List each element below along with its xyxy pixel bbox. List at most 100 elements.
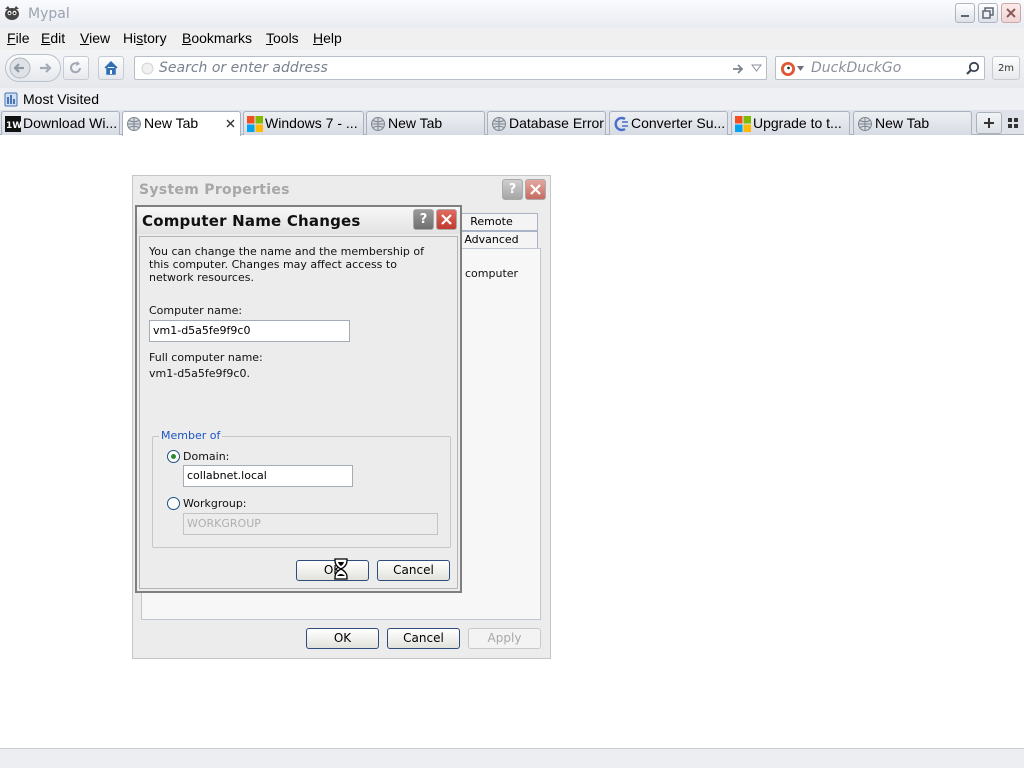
menu-file-accel: F bbox=[7, 30, 16, 46]
minimize-button[interactable] bbox=[955, 3, 975, 23]
menu-history-accel: s bbox=[136, 30, 144, 46]
workgroup-input[interactable]: WORKGROUP bbox=[183, 513, 438, 535]
full-name-value: vm1-d5a5fe9f9c0. bbox=[149, 367, 250, 380]
bookmark-most-visited[interactable]: Most Visited bbox=[23, 91, 99, 107]
bookmarks-toolbar: Most Visited bbox=[0, 88, 1024, 110]
menu-edit[interactable]: Edit bbox=[41, 30, 65, 46]
converter-icon bbox=[614, 116, 628, 132]
question-mark-icon: ? bbox=[508, 182, 517, 197]
workgroup-radio[interactable] bbox=[167, 497, 180, 510]
browser-title-bar: Mypal bbox=[0, 0, 1024, 28]
tab-database-error[interactable]: Database Error bbox=[487, 111, 606, 135]
menu-view-accel: V bbox=[80, 30, 90, 46]
engine-dropdown-icon[interactable] bbox=[797, 66, 804, 71]
menu-history[interactable]: History bbox=[123, 30, 167, 46]
tab-windows-7[interactable]: Windows 7 - ... bbox=[243, 111, 364, 135]
dropdown-history-icon[interactable] bbox=[751, 64, 762, 73]
member-of-label: Member of bbox=[159, 429, 223, 442]
new-tab-button[interactable] bbox=[976, 112, 1002, 134]
tab-new-tab-last[interactable]: New Tab bbox=[853, 111, 972, 135]
full-name-label: Full computer name: bbox=[149, 351, 263, 364]
mypal-logo-icon bbox=[5, 6, 19, 20]
restore-button[interactable] bbox=[978, 3, 998, 23]
sp-cancel-button[interactable]: Cancel bbox=[387, 628, 460, 649]
sp-apply-button[interactable]: Apply bbox=[468, 628, 541, 649]
tab-strip: 1W Download Wi... New Tab Windows 7 - ..… bbox=[0, 110, 1024, 136]
windows-icon bbox=[247, 116, 263, 132]
restore-icon bbox=[982, 7, 994, 19]
member-of-groupbox: Member of Domain: collabnet.local Workgr… bbox=[152, 429, 451, 548]
most-visited-folder-icon bbox=[4, 92, 18, 107]
cnc-ok-button[interactable]: OK bbox=[296, 560, 369, 581]
workgroup-label: Workgroup: bbox=[183, 497, 247, 510]
search-placeholder: DuckDuckGo bbox=[811, 60, 902, 76]
menu-view[interactable]: View bbox=[80, 30, 110, 46]
computer-name-input[interactable]: vm1-d5a5fe9f9c0 bbox=[149, 320, 350, 342]
cnc-close-button[interactable] bbox=[436, 209, 457, 230]
tab-new-tab-active[interactable]: New Tab bbox=[122, 111, 241, 136]
tab-label: Database Error bbox=[509, 115, 604, 131]
duckduckgo-icon[interactable] bbox=[780, 61, 796, 77]
menu-bookmarks[interactable]: Bookmarks bbox=[182, 30, 252, 46]
extension-badge: 2m bbox=[997, 62, 1015, 74]
search-icon[interactable] bbox=[965, 61, 980, 76]
page-identity-icon bbox=[141, 62, 154, 75]
address-bar[interactable]: Search or enter address bbox=[134, 56, 767, 80]
menu-bookmarks-accel: B bbox=[182, 30, 192, 46]
cnc-body: You can change the name and the membersh… bbox=[139, 236, 458, 589]
back-arrow-icon[interactable] bbox=[9, 57, 31, 79]
cnc-help-button[interactable]: ? bbox=[413, 209, 434, 230]
tab-label: Upgrade to t... bbox=[753, 115, 842, 131]
tab-upgrade[interactable]: Upgrade to t... bbox=[731, 111, 850, 135]
svg-text:1W: 1W bbox=[6, 121, 21, 131]
cnc-intro-text: You can change the name and the membersh… bbox=[149, 245, 424, 284]
globe-icon bbox=[127, 117, 141, 131]
hourglass-cursor-icon bbox=[334, 558, 348, 580]
menu-bar: File Edit View History Bookmarks Tools H… bbox=[0, 28, 1024, 50]
sp-ok-button[interactable]: OK bbox=[306, 628, 379, 649]
cnc-cancel-button[interactable]: Cancel bbox=[377, 560, 450, 581]
close-tab-icon[interactable] bbox=[226, 119, 235, 128]
list-all-tabs-icon[interactable] bbox=[1008, 118, 1019, 129]
tw-icon: 1W bbox=[5, 116, 21, 132]
globe-icon bbox=[371, 117, 385, 131]
tab-label: Converter Su... bbox=[631, 115, 726, 131]
reload-button[interactable] bbox=[63, 56, 89, 80]
tab-label: Download Wi... bbox=[23, 115, 118, 131]
close-icon bbox=[530, 184, 541, 195]
menu-file[interactable]: File bbox=[7, 30, 30, 46]
home-button[interactable] bbox=[98, 56, 124, 80]
computer-name-label: Computer name: bbox=[149, 304, 243, 317]
sp-close-button[interactable] bbox=[525, 179, 546, 200]
sp-help-button[interactable]: ? bbox=[502, 179, 523, 200]
window-title: Mypal bbox=[28, 6, 70, 22]
go-arrow-icon[interactable] bbox=[731, 62, 745, 76]
close-window-button[interactable] bbox=[1001, 3, 1021, 23]
tab-label: New Tab bbox=[875, 115, 930, 131]
close-icon bbox=[1006, 8, 1016, 18]
tab-download-windows[interactable]: 1W Download Wi... bbox=[1, 111, 120, 135]
status-bar bbox=[0, 748, 1024, 768]
panel-text: computer bbox=[465, 267, 519, 280]
domain-label: Domain: bbox=[183, 450, 230, 463]
globe-icon bbox=[492, 117, 506, 131]
tab-new-tab[interactable]: New Tab bbox=[366, 111, 485, 135]
forward-arrow-icon[interactable] bbox=[37, 59, 55, 77]
globe-icon bbox=[858, 117, 872, 131]
extension-button[interactable]: 2m bbox=[992, 56, 1020, 80]
tab-label: Windows 7 - ... bbox=[265, 115, 358, 131]
menu-tools-accel: T bbox=[266, 30, 273, 46]
menu-help[interactable]: Help bbox=[313, 30, 342, 46]
tab-label: New Tab bbox=[388, 115, 443, 131]
search-bar[interactable]: DuckDuckGo bbox=[775, 56, 985, 80]
menu-tools[interactable]: Tools bbox=[266, 30, 299, 46]
home-icon bbox=[104, 60, 118, 75]
tab-converter[interactable]: Converter Su... bbox=[609, 111, 728, 135]
tab-label: New Tab bbox=[144, 115, 199, 131]
cnc-title: Computer Name Changes bbox=[142, 212, 361, 230]
plus-icon bbox=[984, 118, 994, 128]
domain-radio[interactable] bbox=[167, 450, 180, 463]
domain-input[interactable]: collabnet.local bbox=[183, 465, 353, 487]
address-placeholder: Search or enter address bbox=[159, 60, 328, 76]
menu-edit-accel: E bbox=[41, 30, 51, 46]
